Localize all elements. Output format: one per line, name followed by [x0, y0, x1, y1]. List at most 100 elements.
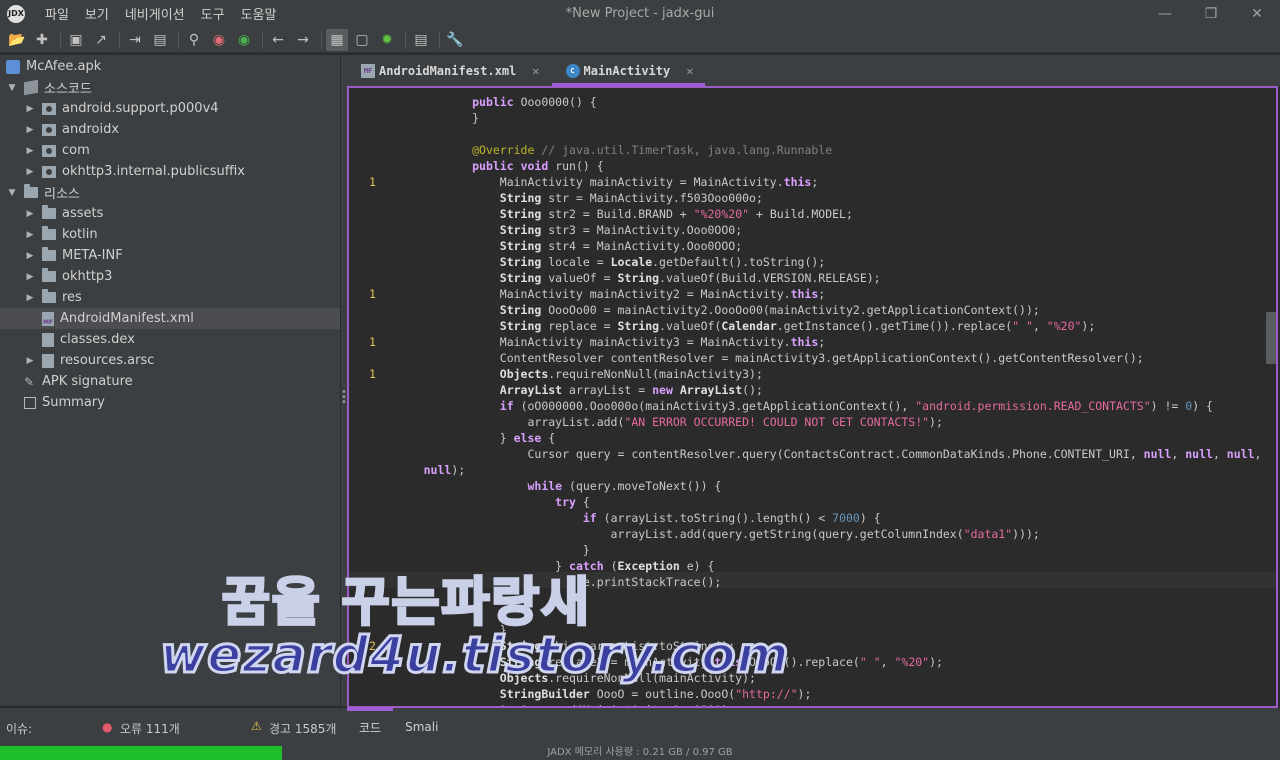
tree-resources[interactable]: ▼ 리소스 — [6, 182, 80, 203]
scrollbar-thumb[interactable] — [1266, 312, 1276, 364]
menu-file[interactable]: 파일 — [37, 4, 77, 23]
preferences-icon[interactable]: 🔧 — [444, 29, 466, 51]
save-icon[interactable]: ▣ — [65, 29, 87, 51]
tree-folder[interactable]: ▶ kotlin — [24, 224, 98, 245]
code-line[interactable]: MainActivity mainActivity3 = MainActivit… — [389, 334, 825, 350]
code-line[interactable]: String str2 = Build.BRAND + "%20%20" + B… — [389, 206, 853, 222]
minimize-button[interactable]: — — [1142, 0, 1188, 27]
menu-view[interactable]: 보기 — [77, 4, 117, 23]
tree-file[interactable]: classes.dex — [42, 329, 135, 350]
search-icon[interactable]: ⚲ — [183, 29, 205, 51]
expand-right-icon[interactable]: ▶ — [24, 167, 36, 177]
expand-right-icon[interactable]: ▶ — [24, 209, 36, 219]
debug-icon[interactable]: ✹ — [376, 29, 398, 51]
code-line[interactable]: public void run() { — [389, 158, 604, 174]
menu-help[interactable]: 도움말 — [233, 4, 285, 23]
expand-down-icon[interactable]: ▼ — [6, 83, 18, 93]
tree-summary[interactable]: Summary — [24, 392, 105, 413]
code-line[interactable]: StringBuilder OooO = outline.OooO("http:… — [389, 686, 812, 702]
forward-icon[interactable]: → — [292, 29, 314, 51]
back-icon[interactable]: ← — [267, 29, 289, 51]
code-line[interactable]: String str = MainActivity.f503Ooo000o; — [389, 190, 763, 206]
code-line[interactable]: null); — [389, 462, 466, 478]
code-line[interactable]: ContentResolver contentResolver = mainAc… — [389, 350, 1144, 366]
tree-apk-signature[interactable]: ✎ APK signature — [24, 371, 133, 392]
tree-folder[interactable]: ▶ META-INF — [24, 245, 123, 266]
tab-main-activity[interactable]: C MainActivity ✕ — [551, 55, 706, 86]
log-icon[interactable]: ▤ — [410, 29, 432, 51]
code-line[interactable]: public Ooo0000() { — [389, 94, 597, 110]
tree-file-selected[interactable]: MF AndroidManifest.xml — [0, 308, 340, 329]
code-line[interactable]: String replace = String.valueOf(Calendar… — [389, 318, 1096, 334]
flatten-packages-icon[interactable]: ▤ — [149, 29, 171, 51]
code-line[interactable]: if (oO000000.Ooo000o(mainActivity3.getAp… — [389, 398, 1213, 414]
maximize-button[interactable]: ❐ — [1188, 0, 1234, 27]
code-line[interactable]: } — [389, 542, 590, 558]
tree-package[interactable]: ▶ androidx — [24, 119, 120, 140]
code-line[interactable]: } catch (Exception e) { — [389, 558, 714, 574]
quark-icon[interactable]: ▦ — [326, 28, 348, 51]
tree-folder[interactable]: ▶ assets — [24, 203, 103, 224]
find-class-icon[interactable]: ◉ — [208, 29, 230, 51]
close-tab-icon[interactable]: ✕ — [532, 64, 539, 78]
expand-right-icon[interactable]: ▶ — [24, 272, 36, 282]
expand-down-icon[interactable]: ▼ — [6, 188, 18, 198]
expand-right-icon[interactable]: ▶ — [24, 104, 36, 114]
code-line[interactable]: } — [389, 606, 534, 622]
tree-package[interactable]: ▶ com — [24, 140, 90, 161]
menu-navigation[interactable]: 네비게이션 — [117, 4, 193, 23]
tab-android-manifest[interactable]: MF AndroidManifest.xml ✕ — [347, 55, 552, 86]
expand-right-icon[interactable]: ▶ — [24, 146, 36, 156]
code-line[interactable]: try { — [389, 494, 590, 510]
code-line[interactable]: String replace2 = mainActivity.this.OooO… — [389, 654, 943, 670]
tree-package[interactable]: ▶ android.support.p000v4 — [24, 98, 219, 119]
tree-folder[interactable]: ▶ res — [24, 287, 82, 308]
code-editor[interactable]: public Ooo0000() { } @Override // java.u… — [347, 86, 1278, 708]
code-line[interactable]: } — [389, 590, 562, 606]
tree-source-code[interactable]: ▼ 소스코드 — [6, 77, 92, 98]
menu-tools[interactable]: 도구 — [193, 4, 233, 23]
expand-right-icon[interactable]: ▶ — [24, 356, 36, 366]
code-line[interactable]: Objects.requireNonNull(mainActivity); — [389, 670, 756, 686]
close-tab-icon[interactable]: ✕ — [686, 64, 693, 78]
code-line[interactable]: while (query.moveToNext()) { — [389, 478, 721, 494]
code-line[interactable]: if (arrayList.toString().length() < 7000… — [389, 510, 881, 526]
tree-root-apk[interactable]: McAfee.apk — [6, 56, 101, 77]
code-line[interactable]: arrayList.add(query.getString(query.getC… — [389, 526, 1040, 542]
expand-right-icon[interactable]: ▶ — [24, 251, 36, 261]
close-window-button[interactable]: ✕ — [1234, 0, 1280, 27]
deobfuscation-icon[interactable]: ▢ — [351, 29, 373, 51]
sync-icon[interactable]: ⇥ — [124, 29, 146, 51]
error-count[interactable]: 오류 111개 — [120, 720, 180, 737]
tab-code[interactable]: 코드 — [347, 708, 394, 746]
expand-right-icon[interactable]: ▶ — [24, 125, 36, 135]
open-icon[interactable]: 📂 — [6, 29, 28, 51]
tree-package[interactable]: ▶ okhttp3.internal.publicsuffix — [24, 161, 245, 182]
add-file-icon[interactable]: ✚ — [31, 29, 53, 51]
code-line[interactable]: Cursor query = contentResolver.query(Con… — [389, 446, 1261, 462]
code-line[interactable]: } — [389, 110, 479, 126]
find-usage-icon[interactable]: ◉ — [233, 29, 255, 51]
code-line[interactable]: e.printStackTrace(); — [389, 574, 721, 590]
code-line[interactable]: @Override // java.util.TimerTask, java.l… — [389, 142, 832, 158]
code-line[interactable]: MainActivity mainActivity2 = MainActivit… — [389, 286, 825, 302]
code-line[interactable]: String locale = Locale.getDefault().toSt… — [389, 254, 825, 270]
export-icon[interactable]: ↗ — [90, 29, 112, 51]
tree-folder[interactable]: ▶ okhttp3 — [24, 266, 112, 287]
expand-right-icon[interactable]: ▶ — [24, 293, 36, 303]
code-line[interactable]: } — [389, 622, 507, 638]
code-line[interactable]: MainActivity mainActivity = MainActivity… — [389, 174, 819, 190]
warning-count[interactable]: 경고 1585개 — [269, 720, 336, 737]
code-line[interactable]: } else { — [389, 430, 555, 446]
code-line[interactable]: String valueOf = String.valueOf(Build.VE… — [389, 270, 881, 286]
code-line[interactable]: String str4 = MainActivity.Ooo0OOO; — [389, 238, 742, 254]
code-line[interactable]: String obj = arrayList.toString(); — [389, 638, 735, 654]
tab-smali[interactable]: Smali — [393, 708, 450, 746]
code-line[interactable]: arrayList.add("AN ERROR OCCURRED! COULD … — [389, 414, 942, 430]
code-line[interactable]: String str3 = MainActivity.Ooo0OO0; — [389, 222, 742, 238]
code-line[interactable]: Objects.requireNonNull(mainActivity3); — [389, 366, 763, 382]
expand-right-icon[interactable]: ▶ — [24, 230, 36, 240]
code-line[interactable]: String OooOo00 = mainActivity2.OooOo00(m… — [389, 302, 1040, 318]
code-line[interactable]: ArrayList arrayList = new ArrayList(); — [389, 382, 763, 398]
tree-file[interactable]: ▶ resources.arsc — [24, 350, 155, 371]
